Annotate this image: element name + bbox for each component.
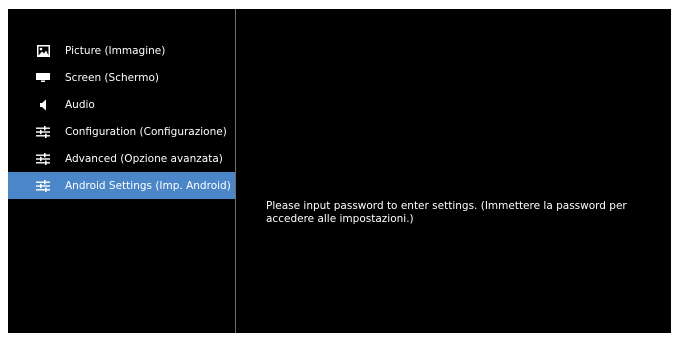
menu-item-picture[interactable]: Picture (Immagine) [8, 37, 235, 64]
picture-icon [35, 44, 51, 58]
menu-list: Picture (Immagine) Screen (Schermo) Audi… [8, 37, 235, 199]
menu-item-label: Configuration (Configurazione) [65, 125, 227, 138]
menu-item-label: Advanced (Opzione avanzata) [65, 152, 223, 165]
sliders-icon [35, 179, 51, 193]
menu-item-audio[interactable]: Audio [8, 91, 235, 118]
menu-item-screen[interactable]: Screen (Schermo) [8, 64, 235, 91]
menu-item-advanced[interactable]: Advanced (Opzione avanzata) [8, 145, 235, 172]
content-panel: Please input password to enter settings.… [236, 9, 671, 333]
osd-window: Picture (Immagine) Screen (Schermo) Audi… [8, 9, 671, 333]
menu-item-label: Android Settings (Imp. Android) [65, 179, 231, 192]
password-prompt-message: Please input password to enter settings.… [266, 200, 627, 225]
sliders-icon [35, 125, 51, 139]
menu-item-configuration[interactable]: Configuration (Configurazione) [8, 118, 235, 145]
screen-icon [35, 71, 51, 85]
menu-item-label: Picture (Immagine) [65, 44, 166, 57]
sliders-icon [35, 152, 51, 166]
settings-menu: Picture (Immagine) Screen (Schermo) Audi… [8, 9, 235, 333]
menu-item-label: Screen (Schermo) [65, 71, 159, 84]
menu-item-android-settings[interactable]: Android Settings (Imp. Android) [8, 172, 235, 199]
speaker-icon [35, 98, 51, 112]
menu-item-label: Audio [65, 98, 95, 111]
